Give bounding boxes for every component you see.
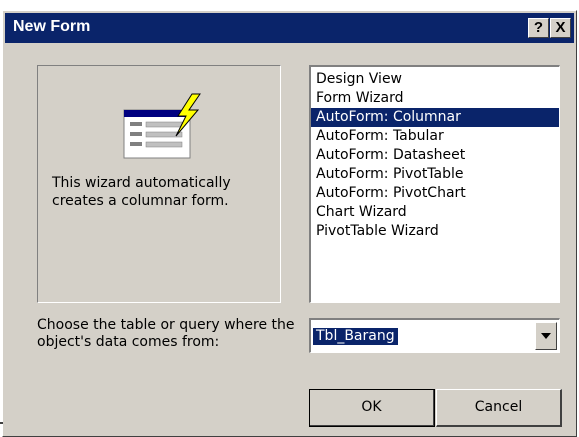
dialog-title: New Form (13, 18, 91, 35)
list-item[interactable]: Design View (311, 70, 559, 89)
form-type-listbox[interactable]: Design View Form Wizard AutoForm: Column… (309, 65, 560, 303)
cancel-button[interactable]: Cancel (436, 389, 562, 427)
wizard-preview-panel: This wizard automatically creates a colu… (37, 65, 281, 303)
wizard-description: This wizard automatically creates a colu… (52, 175, 231, 209)
title-bar[interactable]: New Form ? X (5, 13, 574, 43)
source-combobox[interactable]: Tbl_Barang (309, 318, 560, 353)
background-strip (0, 0, 579, 10)
list-item[interactable]: Chart Wizard (311, 203, 559, 222)
chevron-down-icon (541, 333, 551, 339)
list-item[interactable]: AutoForm: Tabular (311, 127, 559, 146)
edge-tick (0, 422, 3, 424)
ok-button[interactable]: OK (309, 389, 435, 427)
form-wizard-icon (123, 93, 201, 159)
list-item[interactable]: AutoForm: PivotChart (311, 184, 559, 203)
help-button[interactable]: ? (528, 18, 549, 38)
combobox-dropdown-button[interactable] (535, 322, 557, 350)
list-item-selected[interactable]: AutoForm: Columnar (311, 108, 559, 127)
new-form-dialog: New Form ? X This wizard automatically c… (2, 10, 577, 437)
list-item[interactable]: Form Wizard (311, 89, 559, 108)
list-item[interactable]: AutoForm: Datasheet (311, 146, 559, 165)
close-button[interactable]: X (550, 18, 571, 38)
list-item[interactable]: AutoForm: PivotTable (311, 165, 559, 184)
source-combobox-value[interactable]: Tbl_Barang (313, 328, 398, 345)
list-item[interactable]: PivotTable Wizard (311, 222, 559, 241)
source-label: Choose the table or query where the obje… (37, 317, 295, 350)
